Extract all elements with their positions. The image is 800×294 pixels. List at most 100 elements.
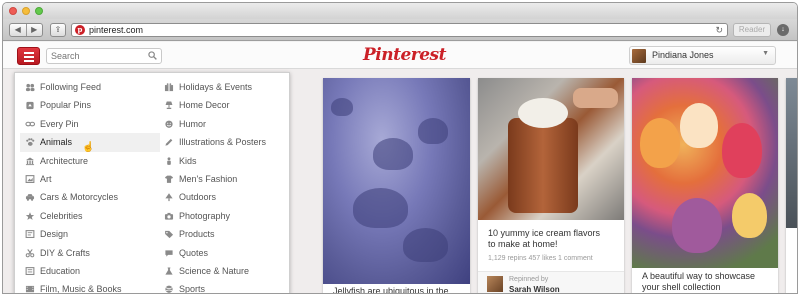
share-button[interactable]: ⇪ (50, 23, 66, 37)
user-name: Pindiana Jones (652, 50, 714, 60)
menu-item-label: Science & Nature (179, 265, 250, 276)
pin-title-line1: 10 yummy ice cream flavors (488, 228, 601, 238)
pin-card-jellyfish[interactable]: Jellyfish are ubiquitous in the (323, 78, 470, 294)
pinterest-logo[interactable]: Pinterest (363, 45, 446, 65)
title-bar (3, 3, 797, 19)
car-icon (25, 194, 35, 202)
reload-icon[interactable]: ↻ (715, 24, 723, 36)
menu-item-label: Popular Pins (40, 100, 92, 111)
menu-item-label: Outdoors (179, 192, 217, 203)
pin-card-icecream[interactable]: 10 yummy ice cream flavors to make at ho… (478, 78, 624, 293)
menu-item-film-music-books[interactable]: Film, Music & Books (20, 280, 160, 293)
search-input[interactable] (51, 50, 141, 62)
url-text: pinterest.com (89, 25, 144, 35)
menu-item-education[interactable]: Education (20, 262, 160, 280)
menu-item-diy-crafts[interactable]: DIY & Crafts (20, 244, 160, 262)
menu-item-label: Cars & Motorcycles (40, 192, 119, 203)
avatar[interactable] (487, 276, 503, 292)
menu-item-label: Quotes (179, 247, 209, 258)
back-button[interactable]: ◀ (10, 24, 26, 36)
pin-title-line2: your shell collection (642, 282, 721, 292)
tree-icon (165, 193, 173, 202)
menu-item-label: Every Pin (40, 118, 79, 129)
menu-item-label: Design (40, 229, 69, 240)
browser-window: ◀ ▶ ⇪ p pinterest.com ↻ Reader ↓ ent Jel… (2, 2, 798, 294)
pin-card-shells[interactable]: A beautiful way to showcase your shell c… (632, 78, 778, 293)
menu-item-outdoors[interactable]: Outdoors (159, 188, 289, 206)
menu-item-products[interactable]: Products (159, 225, 289, 243)
pin-image[interactable] (632, 78, 778, 268)
menu-item-label: Humor (179, 118, 207, 129)
search-icon[interactable] (148, 51, 157, 60)
zoom-window-button[interactable] (35, 7, 43, 15)
menu-item-kids[interactable]: Kids (159, 152, 289, 170)
scissors-icon (25, 248, 35, 257)
menu-item-label: Products (179, 229, 215, 240)
menu-item-label: Illustrations & Posters (179, 137, 267, 148)
camera-icon (164, 212, 174, 220)
menu-item-popular-pins[interactable]: Popular Pins (20, 96, 160, 114)
forward-button[interactable]: ▶ (25, 24, 43, 36)
menu-item-photography[interactable]: Photography (159, 207, 289, 225)
search-box[interactable] (46, 48, 162, 64)
gift-icon (164, 83, 174, 92)
menu-item-quotes[interactable]: Quotes (159, 244, 289, 262)
ball-icon (165, 285, 173, 293)
menu-item-humor[interactable]: Humor (159, 115, 289, 133)
close-window-button[interactable] (9, 7, 17, 15)
categories-menu-button[interactable] (17, 47, 40, 65)
menu-item-label: Art (40, 173, 52, 184)
reader-button[interactable]: Reader (733, 23, 771, 37)
menu-item-following-feed[interactable]: Following Feed (20, 78, 160, 96)
quote-icon (165, 249, 173, 257)
menu-item-label: Following Feed (40, 82, 102, 92)
nav-buttons: ◀ ▶ (9, 23, 43, 37)
repinned-by-label: Repinned by (509, 276, 549, 283)
film-icon (25, 286, 35, 293)
categories-column-left: Following Feed Popular Pins Every Pin Anima… (20, 78, 160, 293)
browser-toolbar: ◀ ▶ ⇪ p pinterest.com ↻ Reader ↓ (3, 19, 797, 41)
menu-item-architecture[interactable]: Architecture (20, 152, 160, 170)
design-icon (25, 230, 35, 239)
star-icon (25, 212, 35, 220)
infinity-icon (25, 121, 35, 127)
menu-item-science-nature[interactable]: Science & Nature (159, 262, 289, 280)
menu-item-sports[interactable]: Sports (159, 280, 289, 294)
menu-item-label: Holidays & Events (179, 82, 253, 92)
address-bar[interactable]: p pinterest.com ↻ (71, 23, 728, 37)
pen-icon (165, 139, 173, 146)
menu-item-label: Photography (179, 210, 231, 221)
menu-item-label: Sports (179, 284, 206, 294)
menu-item-animals[interactable]: Animals ☝ (20, 133, 160, 153)
minimize-window-button[interactable] (22, 7, 30, 15)
pin-stats: 1,129 repins 457 likes 1 comment (488, 255, 593, 262)
pin-attribution[interactable]: Repinned by Sarah Wilson (478, 271, 624, 293)
pin-image[interactable] (323, 78, 470, 284)
pin-image[interactable] (786, 78, 797, 228)
art-icon (25, 175, 35, 183)
pin-title-line2: to make at home! (488, 239, 558, 249)
menu-item-cars-motorcycles[interactable]: Cars & Motorcycles (20, 188, 160, 206)
pin-title-line1: A beautiful way to showcase (642, 271, 756, 281)
pin-card-partial-right[interactable] (786, 78, 797, 293)
pinner-name[interactable]: Sarah Wilson (509, 285, 560, 293)
downloads-icon[interactable]: ↓ (777, 24, 789, 36)
pin-image[interactable] (478, 78, 624, 220)
menu-item-label: Architecture (40, 155, 89, 166)
menu-item-art[interactable]: Art (20, 170, 160, 188)
menu-item-celebrities[interactable]: Celebrities (20, 207, 160, 225)
shirt-icon (164, 175, 174, 183)
page-content: ent Jellyfish are ubiquitous in the 10 y… (3, 42, 797, 294)
avatar (632, 49, 646, 63)
paw-icon (26, 138, 35, 147)
menu-item-holidays-events[interactable]: Holidays & Events (159, 78, 289, 96)
menu-item-every-pin[interactable]: Every Pin (20, 115, 160, 133)
menu-item-design[interactable]: Design (20, 225, 160, 243)
menu-item-men-s-fashion[interactable]: Men's Fashion (159, 170, 289, 188)
menu-item-illustrations-posters[interactable]: Illustrations & Posters (159, 133, 289, 151)
education-icon (25, 266, 35, 275)
user-menu[interactable]: Pindiana Jones ▼ (629, 46, 776, 65)
pin-title: Jellyfish are ubiquitous in the (333, 286, 449, 294)
menu-item-home-decor[interactable]: Home Decor (159, 96, 289, 114)
menu-item-label: Men's Fashion (179, 173, 238, 184)
